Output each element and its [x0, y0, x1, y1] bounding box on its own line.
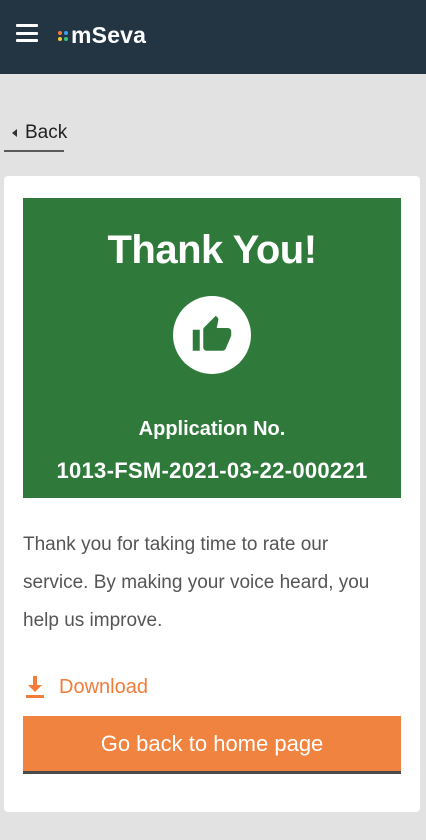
chevron-left-icon [12, 129, 17, 137]
thumbs-up-icon [173, 296, 251, 374]
download-icon [26, 676, 44, 698]
back-link[interactable]: Back [4, 116, 68, 152]
app-header: mSeva [0, 0, 426, 74]
go-home-button[interactable]: Go back to home page [23, 716, 401, 774]
hamburger-icon[interactable] [16, 24, 38, 42]
app-logo: mSeva [58, 22, 146, 49]
application-label: Application No. [138, 418, 286, 440]
application-number: 1013-FSM-2021-03-22-000221 [56, 458, 368, 483]
app-name: mSeva [71, 22, 147, 48]
back-label: Back [25, 122, 68, 143]
success-banner: Thank You! Application No. 1013-FSM-2021… [23, 198, 401, 498]
thank-you-message: Thank you for taking time to rate our se… [23, 534, 370, 631]
download-label: Download [59, 675, 148, 698]
download-link[interactable]: Download [25, 672, 148, 702]
acknowledgement-card: Thank You! Application No. 1013-FSM-2021… [4, 176, 420, 812]
logo-mark-icon [58, 30, 68, 41]
banner-title: Thank You! [107, 228, 317, 272]
